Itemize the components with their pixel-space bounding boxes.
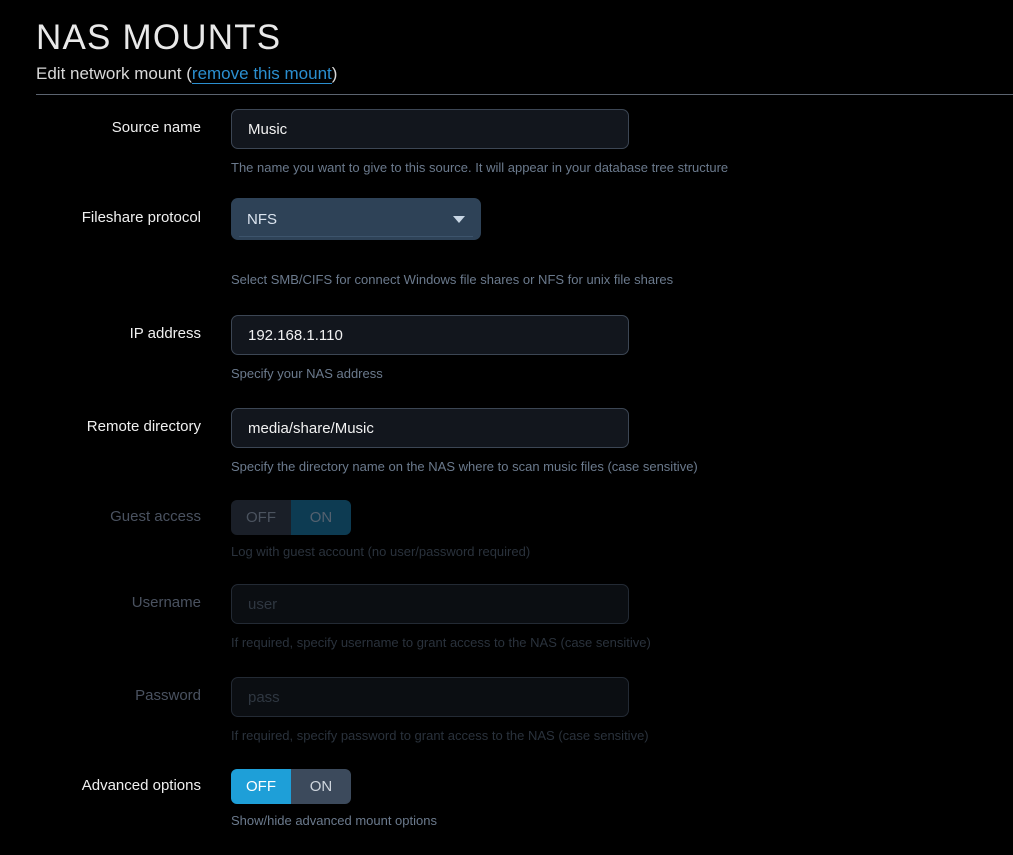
subtitle-prefix: Edit network mount (: [36, 64, 192, 83]
password-control: If required, specify password to grant a…: [231, 677, 1013, 744]
guest-access-label: Guest access: [110, 508, 201, 525]
field-row-fileshare-protocol: Fileshare protocol NFS Select SMB/CIFS f…: [0, 198, 1013, 288]
field-row-username: Username If required, specify username t…: [0, 584, 1013, 651]
field-row-source-name: Source name The name you want to give to…: [0, 109, 1013, 176]
select-underline: [239, 236, 473, 237]
source-name-label: Source name: [111, 119, 201, 136]
field-row-advanced-options: Advanced options OFF ON Show/hide advanc…: [0, 769, 1013, 829]
ip-address-input[interactable]: [231, 315, 629, 355]
ip-address-control: Specify your NAS address: [231, 315, 1013, 382]
guest-access-control: OFF ON Log with guest account (no user/p…: [231, 500, 1013, 560]
field-row-password: Password If required, specify password t…: [0, 677, 1013, 744]
password-label: Password: [135, 687, 201, 704]
fileshare-protocol-help: Select SMB/CIFS for connect Windows file…: [231, 272, 674, 287]
remote-directory-help: Specify the directory name on the NAS wh…: [231, 459, 698, 474]
fileshare-protocol-value[interactable]: NFS: [231, 198, 481, 240]
guest-access-on-option[interactable]: ON: [291, 500, 351, 535]
remote-directory-input[interactable]: [231, 408, 629, 448]
username-control: If required, specify username to grant a…: [231, 584, 1013, 651]
guest-access-off-option[interactable]: OFF: [231, 500, 291, 535]
ip-address-label: IP address: [129, 325, 201, 342]
ip-address-help: Specify your NAS address: [231, 366, 383, 381]
remote-directory-label: Remote directory: [86, 418, 201, 435]
subtitle-suffix: ): [331, 64, 338, 83]
username-label: Username: [131, 594, 201, 611]
source-name-input[interactable]: [231, 109, 629, 149]
breadcrumb: Edit network mount (remove this mount): [36, 59, 1013, 86]
username-help: If required, specify username to grant a…: [231, 635, 651, 650]
field-row-remote-directory: Remote directory Specify the directory n…: [0, 408, 1013, 475]
advanced-options-toggle[interactable]: OFF ON: [231, 769, 351, 804]
advanced-options-off-option[interactable]: OFF: [231, 769, 291, 804]
guest-access-help: Log with guest account (no user/password…: [231, 544, 531, 559]
source-name-help: The name you want to give to this source…: [231, 160, 729, 175]
field-row-guest-access: Guest access OFF ON Log with guest accou…: [0, 500, 1013, 560]
fileshare-protocol-select[interactable]: NFS: [231, 198, 481, 240]
password-input[interactable]: [231, 677, 629, 717]
field-row-ip-address: IP address Specify your NAS address: [0, 315, 1013, 382]
guest-access-toggle[interactable]: OFF ON: [231, 500, 351, 535]
advanced-options-on-option[interactable]: ON: [291, 769, 351, 804]
remote-directory-control: Specify the directory name on the NAS wh…: [231, 408, 1013, 475]
page-header: NAS MOUNTS Edit network mount (remove th…: [0, 0, 1013, 86]
remove-mount-link[interactable]: remove this mount: [191, 64, 332, 84]
advanced-options-label: Advanced options: [81, 777, 201, 794]
password-help: If required, specify password to grant a…: [231, 728, 649, 743]
fileshare-protocol-control: NFS Select SMB/CIFS for connect Windows …: [231, 198, 1013, 288]
username-input[interactable]: [231, 584, 629, 624]
source-name-control: The name you want to give to this source…: [231, 109, 1013, 176]
advanced-options-control: OFF ON Show/hide advanced mount options: [231, 769, 1013, 829]
advanced-options-help: Show/hide advanced mount options: [231, 813, 437, 828]
page-title: NAS MOUNTS: [36, 18, 282, 57]
fileshare-protocol-label: Fileshare protocol: [81, 209, 201, 226]
nas-mount-form: Source name The name you want to give to…: [0, 95, 1013, 829]
